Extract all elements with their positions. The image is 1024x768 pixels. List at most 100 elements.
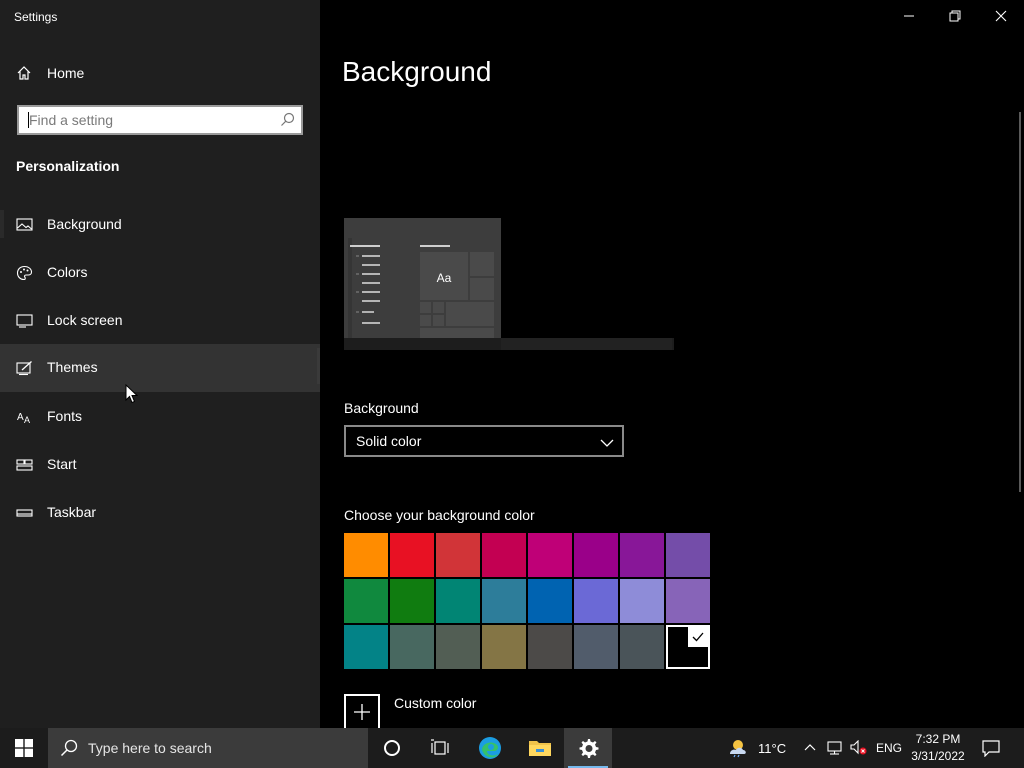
lock-screen-icon — [16, 313, 33, 329]
color-swatch[interactable] — [666, 625, 710, 669]
page-title: Background — [342, 56, 492, 87]
color-swatch[interactable] — [666, 579, 710, 623]
sidebar-item-label: Fonts — [47, 408, 83, 424]
sidebar-item-label: Taskbar — [47, 504, 97, 520]
edge-icon — [479, 737, 501, 759]
start-menu-preview-icon: Aa — [348, 238, 494, 338]
start-button[interactable] — [0, 728, 48, 768]
color-swatch[interactable] — [344, 579, 388, 623]
color-swatch[interactable] — [574, 533, 618, 577]
sidebar-item-fonts[interactable]: AA Fonts — [0, 393, 320, 441]
custom-color-button[interactable] — [344, 694, 380, 730]
clock-time: 7:32 PM — [915, 732, 961, 746]
dropdown-value: Solid color — [356, 433, 422, 449]
desktop-preview: Aa — [344, 218, 501, 338]
color-swatch[interactable] — [482, 625, 526, 669]
network-icon[interactable] — [826, 740, 844, 756]
sidebar-item-taskbar[interactable]: Taskbar — [0, 489, 320, 537]
search-icon — [60, 739, 78, 757]
color-swatch[interactable] — [528, 625, 572, 669]
color-swatch[interactable] — [344, 625, 388, 669]
sidebar-item-themes[interactable]: Themes — [0, 344, 320, 392]
color-swatch[interactable] — [436, 579, 480, 623]
find-setting-search-box[interactable] — [17, 105, 303, 135]
sidebar-item-background[interactable]: Background — [0, 201, 320, 249]
file-explorer-button[interactable] — [516, 728, 564, 768]
restore-icon — [949, 10, 961, 22]
themes-icon — [16, 360, 33, 376]
custom-color-label[interactable]: Custom color — [394, 695, 476, 711]
cortana-button[interactable] — [368, 728, 416, 768]
start-icon — [16, 457, 33, 473]
color-swatch[interactable] — [574, 625, 618, 669]
settings-taskbar-button[interactable] — [564, 728, 612, 768]
text-caret — [28, 112, 29, 128]
taskbar-search-placeholder: Type here to search — [88, 740, 212, 756]
weather-temperature[interactable]: 11°C — [758, 741, 786, 756]
sidebar-item-label: Start — [47, 456, 77, 472]
minimize-button[interactable] — [886, 0, 932, 32]
restore-button[interactable] — [932, 0, 978, 32]
sidebar-item-label: Background — [47, 216, 122, 232]
sidebar-item-label: Lock screen — [47, 312, 123, 328]
choose-color-label: Choose your background color — [344, 507, 535, 523]
checkmark-icon — [688, 627, 708, 647]
sidebar-item-lock-screen[interactable]: Lock screen — [0, 297, 320, 345]
color-swatch[interactable] — [666, 533, 710, 577]
sidebar-item-start[interactable]: Start — [0, 441, 320, 489]
search-icon[interactable] — [280, 112, 295, 127]
close-icon — [995, 10, 1007, 22]
color-swatch[interactable] — [344, 533, 388, 577]
taskbar-search-box[interactable]: Type here to search — [48, 728, 368, 768]
color-swatch[interactable] — [390, 533, 434, 577]
color-swatch[interactable] — [528, 579, 572, 623]
sidebar-item-label: Themes — [47, 359, 98, 375]
volume-muted-icon[interactable] — [850, 740, 868, 756]
color-swatch[interactable] — [390, 625, 434, 669]
nav-home[interactable]: Home — [0, 56, 320, 90]
sidebar-item-label: Colors — [47, 264, 88, 280]
picture-icon — [16, 217, 33, 233]
find-setting-input[interactable] — [19, 107, 279, 133]
color-swatch[interactable] — [620, 533, 664, 577]
color-swatch[interactable] — [436, 533, 480, 577]
plus-icon — [354, 704, 370, 720]
action-center-icon[interactable] — [982, 739, 1000, 757]
home-icon — [16, 65, 32, 81]
color-swatch[interactable] — [482, 579, 526, 623]
mouse-cursor-icon — [125, 384, 138, 404]
weather-icon[interactable] — [727, 738, 751, 758]
color-swatch[interactable] — [620, 625, 664, 669]
edge-browser-button[interactable] — [466, 728, 514, 768]
sidebar-item-colors[interactable]: Colors — [0, 249, 320, 297]
background-type-dropdown[interactable]: Solid color — [344, 425, 624, 457]
color-swatch[interactable] — [482, 533, 526, 577]
svg-text:A: A — [17, 412, 24, 423]
color-swatch[interactable] — [528, 533, 572, 577]
palette-icon — [16, 265, 33, 281]
taskbar: Type here to search 11°C ENG 7:32 PM 3/3… — [0, 728, 1024, 768]
taskbar-clock[interactable]: 7:32 PM 3/31/2022 — [906, 731, 970, 765]
task-view-button[interactable] — [416, 728, 464, 768]
section-title: Personalization — [16, 158, 120, 174]
app-title: Settings — [14, 10, 58, 24]
close-button[interactable] — [978, 0, 1024, 32]
fonts-icon: AA — [16, 409, 33, 425]
preview-taskbar — [501, 338, 672, 350]
settings-sidebar: Settings Home Personalization Background… — [0, 0, 320, 728]
color-swatch[interactable] — [436, 625, 480, 669]
input-language[interactable]: ENG — [876, 741, 902, 755]
nav-home-label: Home — [47, 65, 85, 81]
folder-icon — [529, 741, 551, 756]
sidebar-scrollbar[interactable] — [317, 348, 320, 384]
cortana-icon — [384, 740, 400, 756]
chevron-down-icon — [600, 435, 614, 447]
background-color-grid — [344, 533, 712, 669]
preview-sample-text: Aa — [437, 271, 452, 285]
color-swatch[interactable] — [574, 579, 618, 623]
main-scrollbar[interactable] — [1019, 112, 1021, 492]
color-swatch[interactable] — [620, 579, 664, 623]
chevron-up-icon[interactable] — [804, 743, 816, 751]
background-label: Background — [344, 400, 419, 416]
color-swatch[interactable] — [390, 579, 434, 623]
